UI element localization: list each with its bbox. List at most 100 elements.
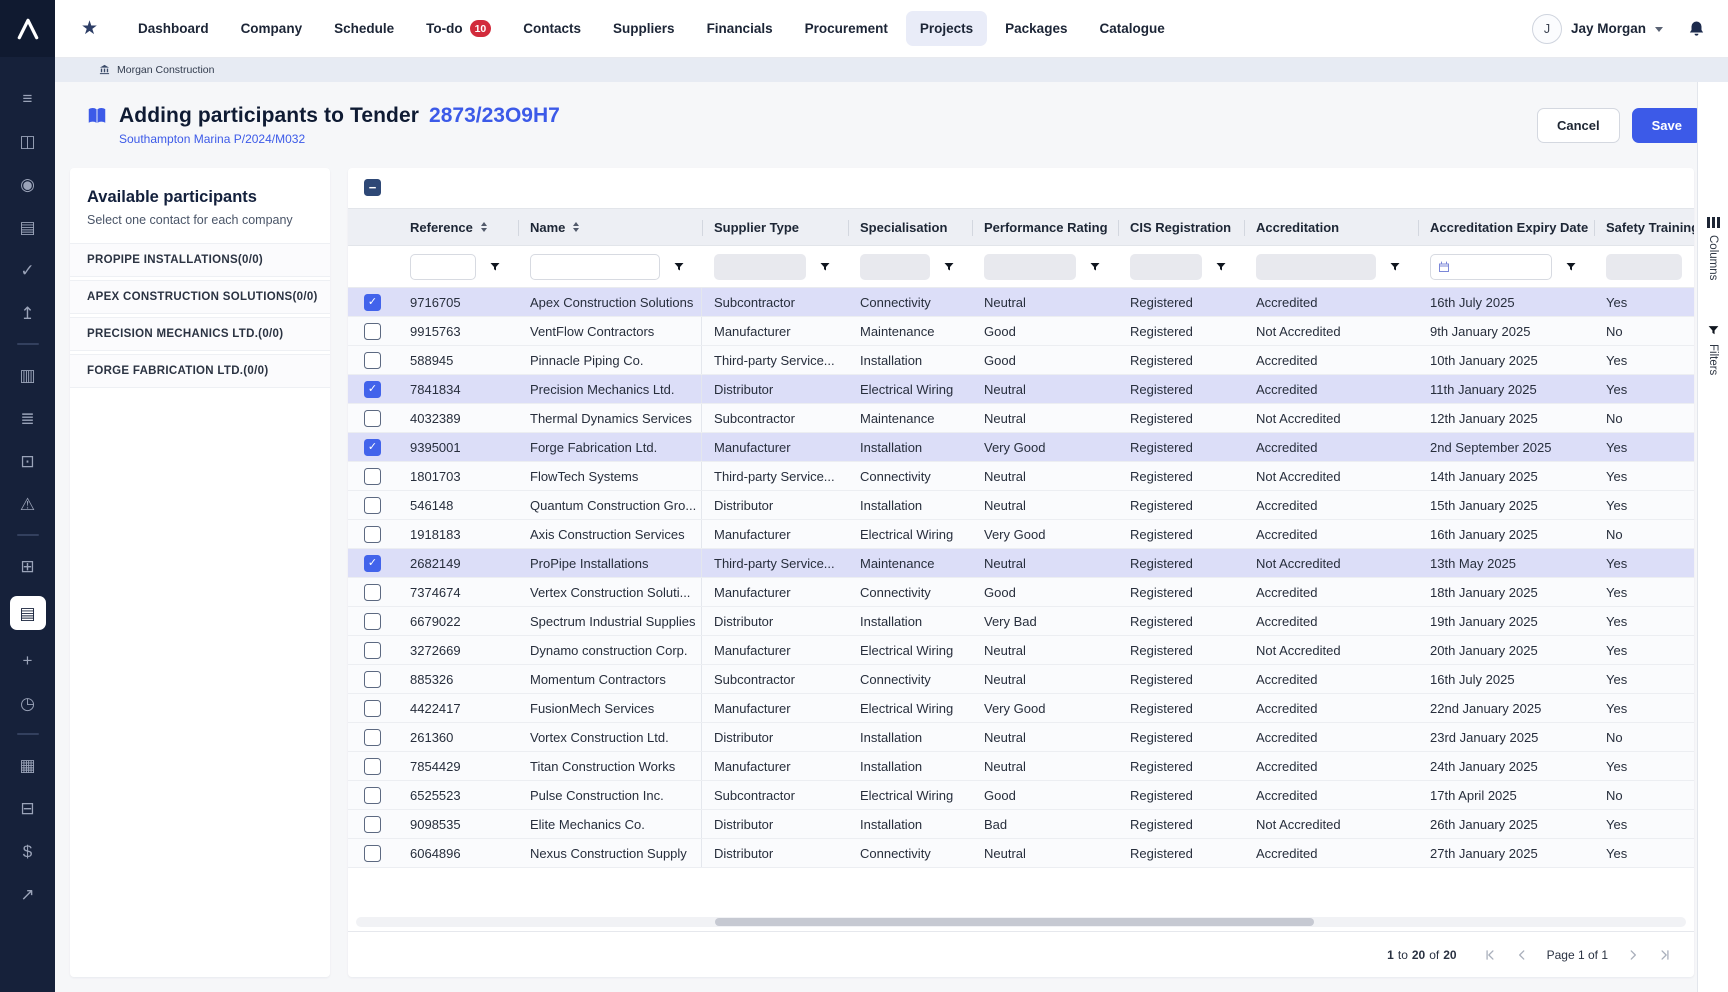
filter-input[interactable] [984, 254, 1076, 280]
row-checkbox[interactable] [364, 294, 381, 311]
save-button[interactable]: Save [1632, 108, 1702, 143]
row-checkbox[interactable] [364, 497, 381, 514]
filter-input[interactable] [1256, 254, 1376, 280]
filter-funnel-button[interactable] [936, 254, 962, 280]
column-header[interactable]: CIS Registration [1118, 209, 1244, 245]
filter-funnel-button[interactable] [666, 254, 692, 280]
filter-funnel-button[interactable] [1558, 254, 1584, 280]
row-checkbox[interactable] [364, 613, 381, 630]
table-row[interactable]: 588945 Pinnacle Piping Co. Third-party S… [348, 346, 1694, 375]
table-row[interactable]: 546148 Quantum Construction Gro... Distr… [348, 491, 1694, 520]
sidebar-icon[interactable]: ✓ [11, 257, 45, 283]
participant-company[interactable]: FORGE FABRICATION LTD.(0/0) [70, 354, 330, 388]
row-checkbox[interactable] [364, 845, 381, 862]
sidebar-icon[interactable]: ◫ [11, 128, 45, 154]
table-row[interactable]: 885326 Momentum Contractors Subcontracto… [348, 665, 1694, 694]
row-checkbox[interactable] [364, 584, 381, 601]
row-checkbox[interactable] [364, 381, 381, 398]
row-checkbox[interactable] [364, 410, 381, 427]
filter-input[interactable] [860, 254, 930, 280]
row-checkbox[interactable] [364, 787, 381, 804]
filter-funnel-button[interactable] [1688, 254, 1694, 280]
nav-tab[interactable]: Projects [906, 11, 987, 46]
sidebar-icon[interactable]: ⊟ [11, 795, 45, 821]
row-checkbox[interactable] [364, 729, 381, 746]
sidebar-icon[interactable]: ◉ [11, 171, 45, 197]
sidebar-icon[interactable] [17, 534, 39, 536]
sidebar-icon[interactable]: ↗ [11, 881, 45, 907]
sidebar-icon[interactable] [17, 343, 39, 345]
row-checkbox[interactable] [364, 642, 381, 659]
nav-tab[interactable]: Dashboard [124, 11, 223, 46]
column-header[interactable]: Supplier Type [702, 209, 848, 245]
sidebar-icon[interactable]: ▤ [11, 214, 45, 240]
table-row[interactable]: 9098535 Elite Mechanics Co. Distributor … [348, 810, 1694, 839]
row-checkbox[interactable] [364, 439, 381, 456]
sidebar-icon[interactable]: + [11, 647, 45, 673]
sidebar-icon[interactable]: ▥ [11, 362, 45, 388]
sidebar-icon[interactable]: ⊞ [11, 553, 45, 579]
column-header[interactable]: Performance Rating [972, 209, 1118, 245]
nav-tab[interactable]: Schedule [320, 11, 408, 46]
nav-tab[interactable]: Catalogue [1085, 11, 1178, 46]
project-subtitle-link[interactable]: Southampton Marina P/2024/M032 [119, 132, 560, 146]
sidebar-icon[interactable]: ◷ [11, 690, 45, 716]
nav-tab[interactable]: Contacts [509, 11, 595, 46]
sidebar-icon[interactable]: ≣ [11, 405, 45, 431]
nav-tab[interactable]: Company [227, 11, 317, 46]
column-header[interactable]: Reference [398, 209, 518, 245]
row-checkbox[interactable] [364, 816, 381, 833]
participant-company[interactable]: PRECISION MECHANICS LTD.(0/0) [70, 317, 330, 351]
table-row[interactable]: 2682149 ProPipe Installations Third-part… [348, 549, 1694, 578]
filter-funnel-button[interactable] [1382, 254, 1408, 280]
filter-input[interactable] [410, 254, 476, 280]
table-row[interactable]: 4422417 FusionMech Services Manufacturer… [348, 694, 1694, 723]
row-checkbox[interactable] [364, 468, 381, 485]
nav-tab[interactable]: Procurement [791, 11, 902, 46]
filter-funnel-button[interactable] [482, 254, 508, 280]
table-row[interactable]: 7841834 Precision Mechanics Ltd. Distrib… [348, 375, 1694, 404]
sort-icon[interactable] [573, 222, 579, 232]
filter-funnel-button[interactable] [812, 254, 838, 280]
table-row[interactable]: 7854429 Titan Construction Works Manufac… [348, 752, 1694, 781]
breadcrumb-company[interactable]: Morgan Construction [117, 64, 214, 76]
nav-tab[interactable]: Packages [991, 11, 1081, 46]
filter-input[interactable] [1430, 254, 1552, 280]
participant-company[interactable]: PROPIPE INSTALLATIONS(0/0) [70, 243, 330, 277]
horizontal-scrollbar[interactable] [356, 917, 1686, 927]
nav-tab[interactable]: Financials [693, 11, 787, 46]
table-row[interactable]: 1801703 FlowTech Systems Third-party Ser… [348, 462, 1694, 491]
tender-number-link[interactable]: 2873/23O9H7 [429, 104, 560, 128]
table-row[interactable]: 7374674 Vertex Construction Soluti... Ma… [348, 578, 1694, 607]
row-checkbox[interactable] [364, 526, 381, 543]
nav-tab[interactable]: Suppliers [599, 11, 689, 46]
first-page-button[interactable] [1483, 948, 1497, 962]
table-row[interactable]: 9716705 Apex Construction Solutions Subc… [348, 288, 1694, 317]
cancel-button[interactable]: Cancel [1537, 108, 1620, 143]
sidebar-icon[interactable]: ⊡ [11, 448, 45, 474]
table-row[interactable]: 3272669 Dynamo construction Corp. Manufa… [348, 636, 1694, 665]
column-header[interactable]: Name [518, 209, 702, 245]
column-header[interactable]: Safety Training [1594, 209, 1694, 245]
table-row[interactable]: 1918183 Axis Construction Services Manuf… [348, 520, 1694, 549]
sidebar-icon[interactable]: ↥ [11, 300, 45, 326]
sidebar-icon[interactable]: ▦ [11, 752, 45, 778]
table-row[interactable]: 6064896 Nexus Construction Supply Distri… [348, 839, 1694, 868]
sidebar-icon[interactable]: ≡ [11, 85, 45, 111]
previous-page-button[interactable] [1515, 948, 1529, 962]
sidebar-icon[interactable]: ▤ [10, 596, 46, 630]
filter-funnel-button[interactable] [1208, 254, 1234, 280]
filter-input[interactable] [1130, 254, 1202, 280]
column-header[interactable]: Accreditation [1244, 209, 1418, 245]
table-row[interactable]: 261360 Vortex Construction Ltd. Distribu… [348, 723, 1694, 752]
row-checkbox[interactable] [364, 700, 381, 717]
table-row[interactable]: 6679022 Spectrum Industrial Supplies Dis… [348, 607, 1694, 636]
participant-company[interactable]: APEX CONSTRUCTION SOLUTIONS(0/0) [70, 280, 330, 314]
filter-input[interactable] [530, 254, 660, 280]
table-row[interactable]: 9915763 VentFlow Contractors Manufacture… [348, 317, 1694, 346]
nav-tab[interactable]: To-do 10 [412, 10, 505, 47]
row-checkbox[interactable] [364, 671, 381, 688]
table-row[interactable]: 9395001 Forge Fabrication Ltd. Manufactu… [348, 433, 1694, 462]
filter-input[interactable] [1606, 254, 1682, 280]
sort-icon[interactable] [481, 222, 487, 232]
